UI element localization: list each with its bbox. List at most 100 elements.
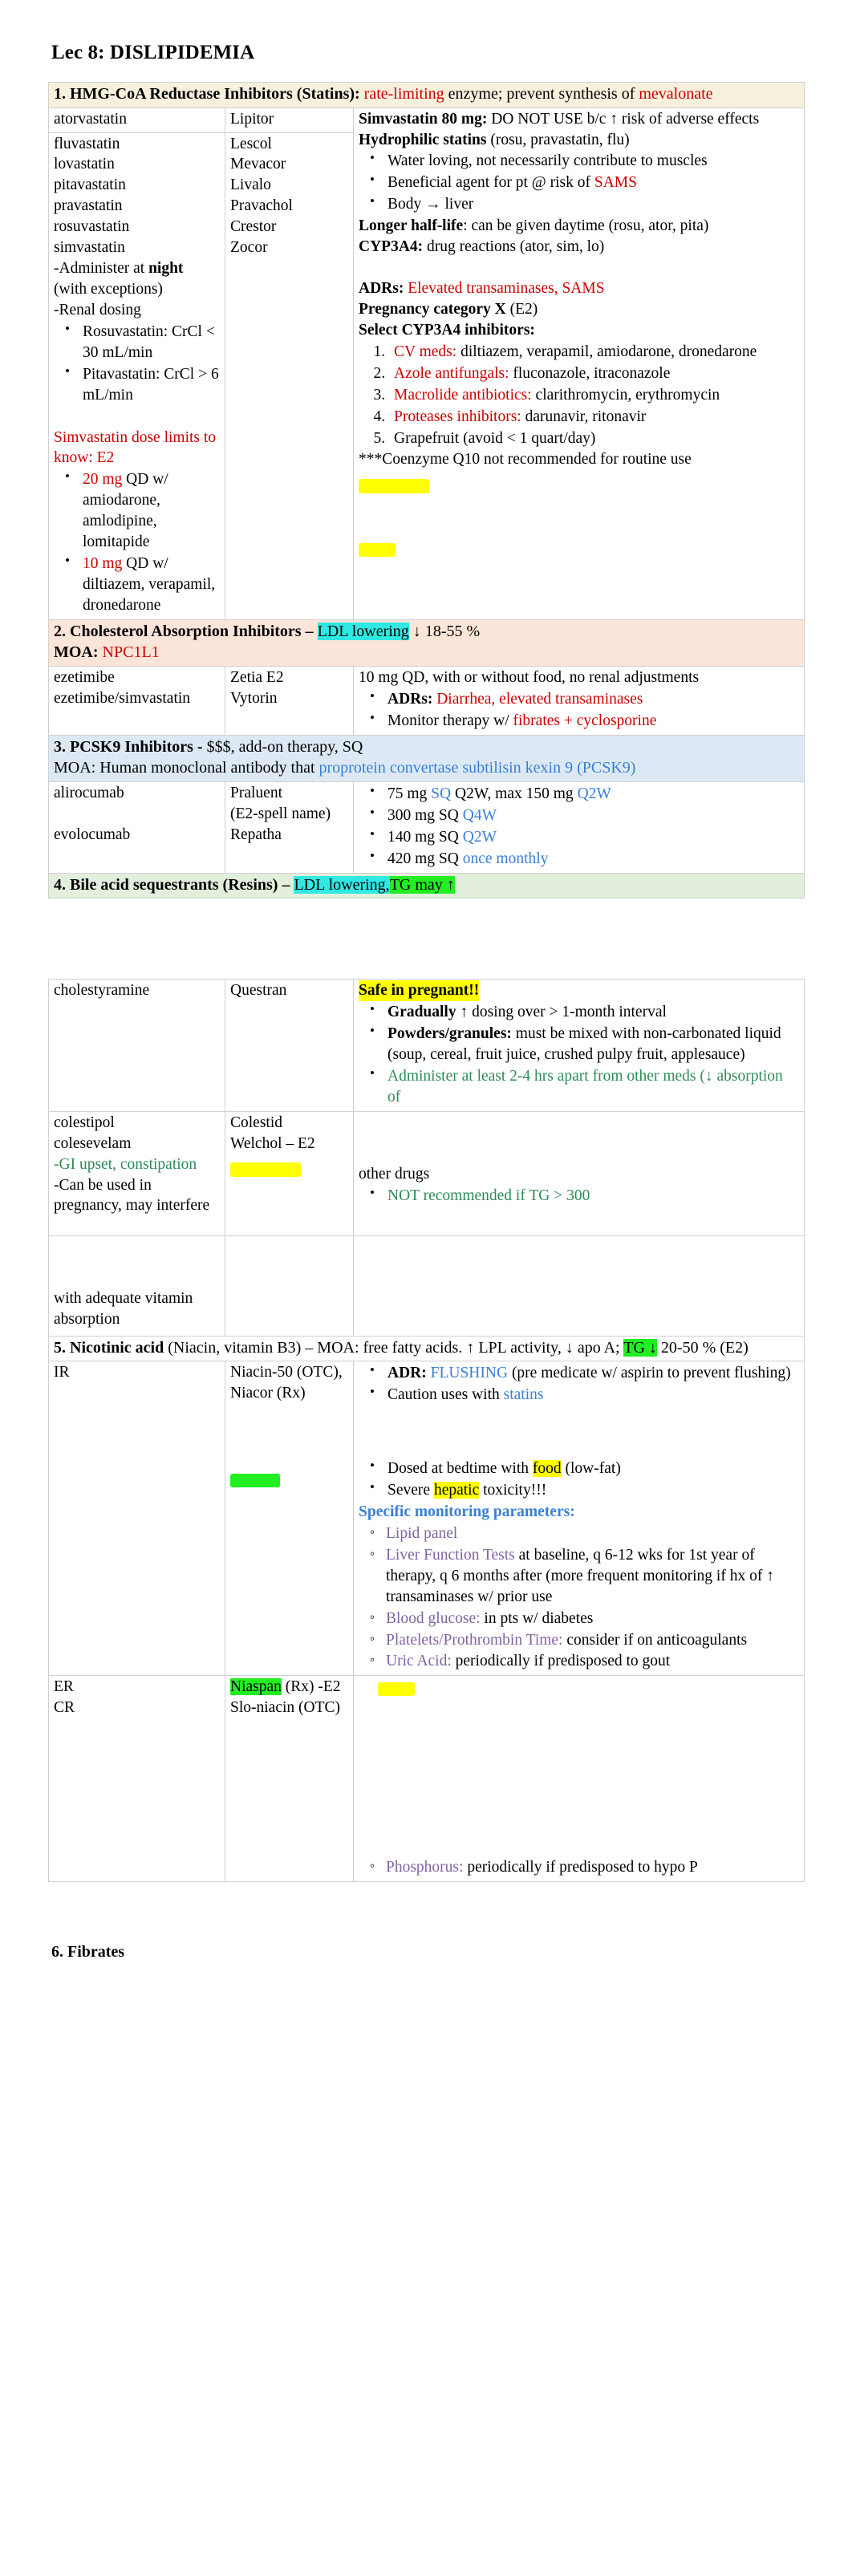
statin-brand-cell-b: Lescol Mevacor Livalo Pravachol Crestor … xyxy=(225,132,354,620)
simvastatin-dose-limits-heading: Simvastatin dose limits to know: E2 xyxy=(54,428,217,467)
table-row: ER CR Niaspan (Rx) -E2 Slo-niacin (OTC) … xyxy=(48,1675,805,1883)
section-3-moa-label: MOA: Human monoclonal antibody that xyxy=(54,759,315,777)
adrs-label: ADRs: xyxy=(359,280,404,298)
administer-post: (with exceptions) xyxy=(54,280,163,298)
generic-cholestyramine: cholestyramine xyxy=(54,982,150,1000)
cholestyramine-generic-cell: cholestyramine xyxy=(48,979,225,1112)
section-4-header-row: 4. Bile acid sequestrants (Resins) – LDL… xyxy=(48,872,805,899)
brand-questran: Questran xyxy=(230,982,287,1000)
empty-brand-cell xyxy=(225,1235,354,1337)
niacin-er-cr-generic-cell: ER CR xyxy=(48,1675,225,1883)
gi-upset-note: -GI upset, constipation xyxy=(54,1155,197,1173)
pcsk9-dose-1-sq: SQ xyxy=(431,785,452,802)
yellow-highlight-box xyxy=(359,478,429,493)
list-item: Gradually ↑ dosing over > 1-month interv… xyxy=(370,1000,799,1023)
cyp-item-4-text: darunavir, ritonavir xyxy=(525,408,647,425)
spacer-cell xyxy=(225,899,354,980)
list-item: 20 mg QD w/ amiodarone, amlodipine, lomi… xyxy=(65,468,220,553)
section-2-highlight: LDL lowering xyxy=(317,622,409,640)
cyp3a4-inhibitor-list: CV meds: diltiazem, verapamil, amiodaron… xyxy=(359,342,799,449)
pregnancy-category-line: Pregnancy category X (E2) xyxy=(359,299,799,320)
gradually-label: Gradually xyxy=(387,1004,456,1021)
niacin-hepatic-post: toxicity!!! xyxy=(479,1482,547,1499)
pregnancy-category-value: (E2) xyxy=(509,300,538,318)
pcsk9-details-cell: 75 mg SQ Q2W, max 150 mg Q2W 300 mg SQ Q… xyxy=(353,781,805,874)
hydrophilic-bullets: Water loving, not necessarily contribute… xyxy=(359,149,799,215)
section-3-title: 3. PCSK9 Inhibitors - xyxy=(54,737,203,756)
brand-repatha: Repatha xyxy=(230,826,282,843)
cyp3a4-label: CYP3A4: xyxy=(359,238,424,256)
niacin-bedtime-post: (low-fat) xyxy=(561,1460,621,1478)
monitor-lft-label: Liver Function Tests xyxy=(386,1546,515,1564)
statin-brand-livalo: Livalo xyxy=(230,176,271,194)
spacer-cell xyxy=(49,899,225,980)
generic-blank xyxy=(54,804,220,825)
list-item: Liver Function Tests at baseline, q 6-12… xyxy=(370,1545,799,1608)
niacin-adr-label: ADR: xyxy=(387,1365,427,1382)
section-5-mid: (Niacin, vitamin B3) – MOA: free fatty a… xyxy=(168,1338,620,1357)
list-item: NOT recommended if TG > 300 xyxy=(370,1184,799,1207)
highlight-blank-3 xyxy=(230,1159,348,1180)
section-4-highlight-tg: TG may ↑ xyxy=(389,875,455,894)
ezetimibe-generic-cell: ezetimibe ezetimibe/simvastatin xyxy=(48,665,225,736)
ezetimibe-details-cell: 10 mg QD, with or without food, no renal… xyxy=(353,665,805,736)
yellow-highlight-box xyxy=(230,1162,301,1178)
niacin-caution-statins: statins xyxy=(503,1386,544,1404)
section-1-red-2: mevalonate xyxy=(639,85,713,103)
pcsk9-dose-3-pre: 140 mg SQ xyxy=(387,828,463,846)
statin-brand-zocor: Zocor xyxy=(230,239,268,257)
niacin-er-label: ER xyxy=(54,1678,74,1696)
cyp-item-2-text: fluconazole, itraconazole xyxy=(513,364,671,382)
colestipol-generic-cell: colestipol colesevelam -GI upset, consti… xyxy=(48,1110,225,1236)
table-row: with adequate vitamin absorption xyxy=(48,1235,805,1337)
generic-colestipol: colestipol xyxy=(54,1114,115,1131)
statin-brand-lipitor: Lipitor xyxy=(230,110,274,128)
statin-details-cell: Simvastatin 80 mg: DO NOT USE b/c ↑ risk… xyxy=(353,107,805,620)
pcsk9-dose-4-pre: 420 mg SQ xyxy=(387,850,463,867)
generic-colesevelam: colesevelam xyxy=(54,1134,132,1152)
generic-evolocumab: evolocumab xyxy=(54,826,131,843)
green-highlight-box xyxy=(230,1474,280,1488)
list-item: Macrolide antibiotics: clarithromycin, e… xyxy=(389,385,799,406)
monitor-uric-acid-label: Uric Acid: xyxy=(386,1653,452,1670)
section-1-header-row: 1. HMG-CoA Reductase Inhibitors (Statins… xyxy=(48,82,805,108)
list-item: Lipid panel xyxy=(370,1523,799,1544)
not-recommended-tg-text: NOT recommended if TG > 300 xyxy=(387,1187,590,1204)
section-5-heading: 5. Nicotinic acid (Niacin, vitamin B3) –… xyxy=(48,1335,805,1362)
hydrophilic-statins-label: Hydrophilic statins xyxy=(359,131,487,148)
list-item: Uric Acid: periodically if predisposed t… xyxy=(370,1651,799,1672)
other-drugs-text: other drugs xyxy=(359,1165,430,1183)
section-2-moa-value: NPC1L1 xyxy=(102,643,160,662)
niacin-flushing-note: (pre medicate w/ aspirin to prevent flus… xyxy=(508,1365,791,1382)
niacin-cr-label: CR xyxy=(54,1699,75,1717)
simvastatin-80-label: Simvastatin 80 mg: xyxy=(359,110,488,128)
section-5-title: 5. Nicotinic acid xyxy=(54,1338,164,1357)
monitor-platelets-label: Platelets/Prothrombin Time: xyxy=(386,1631,563,1649)
section-2-moa-line: MOA: NPC1L1 xyxy=(54,642,799,663)
brand-zetia: Zetia E2 xyxy=(230,668,284,686)
list-item: Beneficial agent for pt @ risk of SAMS xyxy=(370,171,799,193)
renal-dosing-line: -Renal dosing xyxy=(54,301,141,318)
colestipol-brand-cell: Colestid Welchol – E2 xyxy=(225,1110,354,1236)
administer-at-night-line: -Administer at night (with exceptions) xyxy=(54,258,220,300)
list-item: Platelets/Prothrombin Time: consider if … xyxy=(370,1630,799,1651)
hydrophilic-bullet-1: Water loving, not necessarily contribute… xyxy=(387,152,708,170)
ezetimibe-dosing: 10 mg QD, with or without food, no renal… xyxy=(359,668,700,686)
section-1-heading: 1. HMG-CoA Reductase Inhibitors (Statins… xyxy=(48,82,805,108)
niacin-ir-generic-cell: IR xyxy=(48,1361,225,1677)
longer-half-life-label: Longer half-life xyxy=(359,217,464,235)
cyp-item-3-label: Macrolide antibiotics: xyxy=(394,386,532,404)
cyp-item-3-text: clarithromycin, erythromycin xyxy=(535,386,720,404)
section-5-tail: 20-50 % (E2) xyxy=(660,1338,749,1357)
statin-generic-cell-b: fluvastatin lovastatin pitavastatin prav… xyxy=(48,132,225,620)
simvastatin-dose-limits-bullets: 20 mg QD w/ amiodarone, amlodipine, lomi… xyxy=(54,468,220,615)
simvastatin-80-line: Simvastatin 80 mg: DO NOT USE b/c ↑ risk… xyxy=(359,109,799,130)
table-row: alirocumab evolocumab Praluent (E2-spell… xyxy=(48,781,805,874)
ezetimibe-adrs-value: Diarrhea, elevated transaminases xyxy=(436,690,643,708)
section-1-mid: enzyme; prevent synthesis of xyxy=(448,85,635,103)
niacin-ir-brand-cell: Niacin-50 (OTC), Niacor (Rx) xyxy=(225,1361,354,1677)
statin-generic-atorvastatin: atorvastatin xyxy=(54,110,127,128)
